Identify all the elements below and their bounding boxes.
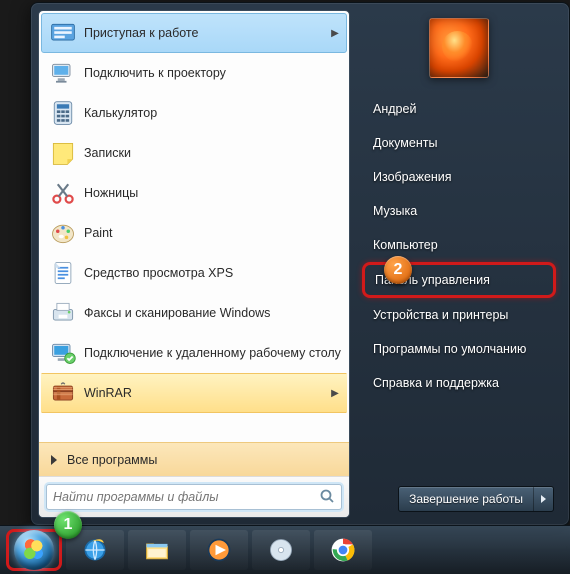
program-winrar[interactable]: WinRAR ▶	[41, 373, 347, 413]
search-box[interactable]	[46, 484, 342, 510]
sticky-notes-icon	[48, 138, 78, 168]
program-snipping-tool[interactable]: Ножницы	[41, 173, 347, 213]
program-label: Средство просмотра XPS	[84, 266, 342, 280]
disc-icon	[267, 536, 295, 564]
internet-explorer-icon	[81, 536, 109, 564]
submenu-arrow-icon: ▶	[328, 28, 342, 39]
callout-badge-2: 2	[384, 256, 412, 284]
start-menu-right-pane: Андрей Документы Изображения Музыка Комп…	[350, 10, 562, 518]
right-item-music[interactable]: Музыка	[362, 194, 556, 228]
program-sticky-notes[interactable]: Записки	[41, 133, 347, 173]
all-programs-label: Все программы	[67, 453, 157, 467]
search-input[interactable]	[53, 490, 319, 504]
taskbar-media-player[interactable]	[190, 530, 248, 570]
right-items-list: Андрей Документы Изображения Музыка Комп…	[362, 92, 556, 480]
right-item-devices-printers[interactable]: Устройства и принтеры	[362, 298, 556, 332]
winrar-icon	[48, 378, 78, 408]
program-calculator[interactable]: Калькулятор	[41, 93, 347, 133]
snipping-tool-icon	[48, 178, 78, 208]
shutdown-options-button[interactable]	[533, 487, 553, 511]
right-item-label: Устройства и принтеры	[373, 308, 508, 322]
program-label: Записки	[84, 146, 342, 160]
calculator-icon	[48, 98, 78, 128]
fax-scan-icon	[48, 298, 78, 328]
program-list: Приступая к работе ▶ Подключить к проект…	[39, 11, 349, 442]
taskbar	[0, 525, 570, 574]
right-item-label: Музыка	[373, 204, 417, 218]
program-label: Ножницы	[84, 186, 342, 200]
arrow-right-icon	[541, 495, 546, 503]
media-player-icon	[205, 536, 233, 564]
right-item-help[interactable]: Справка и поддержка	[362, 366, 556, 400]
shutdown-row: Завершение работы	[362, 480, 556, 512]
right-item-label: Изображения	[373, 170, 452, 184]
program-label: Приступая к работе	[84, 26, 328, 40]
right-item-pictures[interactable]: Изображения	[362, 160, 556, 194]
right-item-label: Андрей	[373, 102, 416, 116]
start-button-callout	[6, 529, 62, 571]
right-item-default-programs[interactable]: Программы по умолчанию	[362, 332, 556, 366]
program-label: Paint	[84, 226, 342, 240]
file-explorer-icon	[143, 536, 171, 564]
right-item-label: Компьютер	[373, 238, 438, 252]
paint-icon	[48, 218, 78, 248]
all-programs[interactable]: Все программы	[39, 442, 349, 476]
start-button[interactable]	[14, 530, 54, 570]
search-icon	[319, 488, 335, 507]
getting-started-icon	[48, 18, 78, 48]
right-item-label: Документы	[373, 136, 437, 150]
submenu-arrow-icon: ▶	[328, 388, 342, 399]
program-label: Калькулятор	[84, 106, 342, 120]
program-label: Подключить к проектору	[84, 66, 342, 80]
xps-viewer-icon	[48, 258, 78, 288]
start-menu-left-pane: Приступая к работе ▶ Подключить к проект…	[38, 10, 350, 518]
program-fax-scan[interactable]: Факсы и сканирование Windows	[41, 293, 347, 333]
taskbar-explorer[interactable]	[128, 530, 186, 570]
chrome-icon	[329, 536, 357, 564]
shutdown-label: Завершение работы	[409, 492, 523, 506]
program-label: WinRAR	[84, 386, 328, 400]
user-avatar[interactable]	[429, 18, 489, 78]
program-label: Подключение к удаленному рабочему столу	[84, 346, 342, 360]
shutdown-button[interactable]: Завершение работы	[399, 487, 533, 511]
start-menu: Приступая к работе ▶ Подключить к проект…	[30, 2, 570, 526]
shutdown-button-group: Завершение работы	[398, 486, 554, 512]
right-item-documents[interactable]: Документы	[362, 126, 556, 160]
user-avatar-wrap	[362, 12, 556, 92]
right-item-label: Справка и поддержка	[373, 376, 499, 390]
remote-desktop-icon	[48, 338, 78, 368]
arrow-right-icon	[51, 455, 57, 465]
program-getting-started[interactable]: Приступая к работе ▶	[41, 13, 347, 53]
search-area	[39, 476, 349, 517]
program-remote-desktop[interactable]: Подключение к удаленному рабочему столу	[41, 333, 347, 373]
right-item-label: Программы по умолчанию	[373, 342, 526, 356]
taskbar-generic-app[interactable]	[252, 530, 310, 570]
right-item-user[interactable]: Андрей	[362, 92, 556, 126]
program-label: Факсы и сканирование Windows	[84, 306, 342, 320]
program-paint[interactable]: Paint	[41, 213, 347, 253]
program-projector[interactable]: Подключить к проектору	[41, 53, 347, 93]
callout-badge-1: 1	[54, 511, 82, 539]
program-xps-viewer[interactable]: Средство просмотра XPS	[41, 253, 347, 293]
taskbar-chrome[interactable]	[314, 530, 372, 570]
projector-icon	[48, 58, 78, 88]
